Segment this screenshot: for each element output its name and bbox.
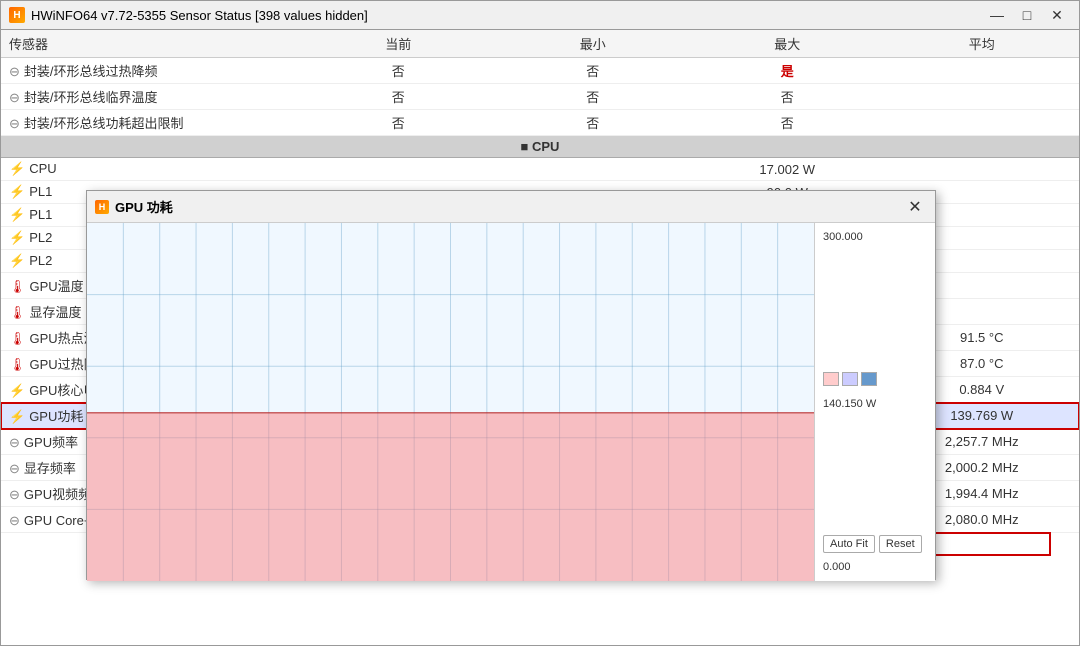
y-axis-min-label: 0.000: [823, 561, 927, 573]
y-axis-mid-label: 140.150 W: [823, 398, 876, 410]
legend-boxes: [823, 372, 877, 386]
chart-buttons: Auto Fit Reset: [823, 535, 927, 553]
row-avg: [885, 158, 1080, 181]
popup-title-left: H GPU 功耗: [95, 197, 173, 216]
row-max: 17.002 W: [690, 158, 885, 181]
gpu-power-popup: H GPU 功耗 ✕: [86, 190, 936, 580]
legend-box-3[interactable]: [861, 372, 877, 386]
popup-title: GPU 功耗: [115, 197, 173, 216]
circle-icon: ⊖: [9, 461, 20, 476]
chart-container: 300.000 140.150 W Auto Fit Reset 0.000: [87, 223, 935, 581]
main-content: 传感器 当前 最小 最大 平均 ⊖封装/环形总线过热降频 否 否 是 ⊖封装/环…: [0, 30, 1080, 646]
row-max: 否: [690, 84, 885, 110]
app-icon: H: [9, 7, 25, 23]
lightning-icon: ⚡: [9, 184, 25, 199]
cpu-section-header: ■ CPU: [1, 136, 1079, 158]
circle-icon: ⊖: [9, 513, 20, 528]
row-name: ⊖封装/环形总线临界温度: [1, 84, 301, 110]
row-max: 是: [690, 58, 885, 84]
row-avg: [885, 58, 1080, 84]
lightning-icon: ⚡: [9, 409, 25, 424]
minimize-button[interactable]: —: [983, 5, 1011, 25]
row-name: ⚡CPU: [1, 158, 301, 181]
header-max: 最大: [690, 30, 885, 58]
lightning-icon: ⚡: [9, 161, 25, 176]
row-current: 否: [301, 110, 496, 136]
table-row[interactable]: ⚡CPU 17.002 W: [1, 158, 1079, 181]
row-name: ⊖封装/环形总线过热降频: [1, 58, 301, 84]
legend-box-1[interactable]: [823, 372, 839, 386]
popup-title-bar: H GPU 功耗 ✕: [87, 191, 935, 223]
circle-icon: ⊖: [9, 64, 20, 79]
row-min: [496, 158, 691, 181]
row-min: 否: [496, 84, 691, 110]
y-axis-max-label: 300.000: [823, 231, 927, 243]
title-bar-left: H HWiNFO64 v7.72-5355 Sensor Status [398…: [9, 7, 368, 23]
table-header: 传感器 当前 最小 最大 平均: [1, 30, 1079, 58]
row-current: 否: [301, 84, 496, 110]
popup-app-icon: H: [95, 200, 109, 214]
row-min: 否: [496, 58, 691, 84]
close-button[interactable]: ✕: [1043, 5, 1071, 25]
circle-icon: ⊖: [9, 435, 20, 450]
circle-icon: ⊖: [9, 90, 20, 105]
thermometer-icon: 🌡: [9, 305, 26, 320]
row-current: [301, 158, 496, 181]
header-current: 当前: [301, 30, 496, 58]
row-min: 否: [496, 110, 691, 136]
row-max: 否: [690, 110, 885, 136]
row-avg: [885, 84, 1080, 110]
reset-button[interactable]: Reset: [879, 535, 922, 553]
header-min: 最小: [496, 30, 691, 58]
circle-icon: ⊖: [9, 116, 20, 131]
lightning-icon: ⚡: [9, 207, 25, 222]
auto-fit-button[interactable]: Auto Fit: [823, 535, 875, 553]
header-avg: 平均: [885, 30, 1080, 58]
table-row[interactable]: ⊖封装/环形总线临界温度 否 否 否: [1, 84, 1079, 110]
title-bar: H HWiNFO64 v7.72-5355 Sensor Status [398…: [0, 0, 1080, 30]
chart-grid-svg: [87, 223, 814, 581]
section-label: ■ CPU: [1, 136, 1079, 158]
lightning-icon: ⚡: [9, 230, 25, 245]
circle-icon: ⊖: [9, 487, 20, 502]
chart-area[interactable]: [87, 223, 815, 581]
maximize-button[interactable]: □: [1013, 5, 1041, 25]
lightning-icon: ⚡: [9, 253, 25, 268]
popup-close-button[interactable]: ✕: [903, 197, 927, 217]
lightning-icon: ⚡: [9, 383, 25, 398]
row-avg: [885, 110, 1080, 136]
legend-box-2[interactable]: [842, 372, 858, 386]
thermometer-icon: 🌡: [9, 279, 26, 294]
title-bar-controls: — □ ✕: [983, 5, 1071, 25]
window-title: HWiNFO64 v7.72-5355 Sensor Status [398 v…: [31, 8, 368, 23]
row-current: 否: [301, 58, 496, 84]
table-row[interactable]: ⊖封装/环形总线过热降频 否 否 是: [1, 58, 1079, 84]
thermometer-icon: 🌡: [9, 357, 26, 372]
header-sensor: 传感器: [1, 30, 301, 58]
thermometer-icon: 🌡: [9, 331, 26, 346]
table-row[interactable]: ⊖封装/环形总线功耗超出限制 否 否 否: [1, 110, 1079, 136]
chart-sidebar: 300.000 140.150 W Auto Fit Reset 0.000: [815, 223, 935, 581]
row-name: ⊖封装/环形总线功耗超出限制: [1, 110, 301, 136]
